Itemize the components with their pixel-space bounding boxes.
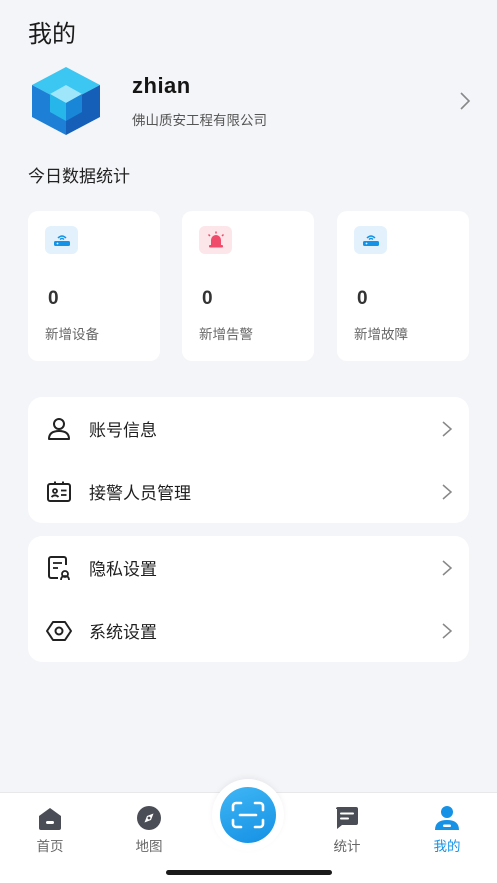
stat-label: 新增设备 bbox=[45, 327, 99, 343]
stats-section-title: 今日数据统计 bbox=[28, 167, 130, 187]
compass-icon bbox=[137, 806, 161, 830]
menu-label: 接警人员管理 bbox=[89, 484, 191, 504]
company-name: 佛山质安工程有限公司 bbox=[132, 113, 267, 129]
router-icon bbox=[45, 226, 78, 254]
stats-row: 0 新增设备 0 新增告警 0 新增故障 bbox=[28, 211, 470, 361]
tab-label: 统计 bbox=[333, 839, 361, 855]
tab-map[interactable]: 地图 bbox=[119, 805, 179, 855]
menu-group-settings: 隐私设置 系统设置 bbox=[28, 536, 469, 662]
tab-statistics[interactable]: 统计 bbox=[317, 805, 377, 855]
chevron-right-icon bbox=[442, 420, 453, 437]
stat-value: 0 bbox=[48, 288, 59, 309]
scan-button-wrapper bbox=[212, 779, 284, 851]
stat-label: 新增告警 bbox=[199, 327, 253, 343]
tab-home[interactable]: 首页 bbox=[20, 805, 80, 855]
chat-icon bbox=[336, 807, 358, 829]
chevron-right-icon[interactable] bbox=[458, 91, 472, 111]
page-title: 我的 bbox=[28, 20, 76, 48]
scan-button[interactable] bbox=[220, 787, 276, 843]
menu-item-account-info[interactable]: 账号信息 bbox=[28, 397, 469, 460]
home-indicator bbox=[166, 870, 332, 875]
menu-group-account: 账号信息 接警人员管理 bbox=[28, 397, 469, 523]
tab-label: 地图 bbox=[135, 839, 163, 855]
menu-label: 隐私设置 bbox=[89, 560, 157, 580]
menu-item-responder-management[interactable]: 接警人员管理 bbox=[28, 460, 469, 523]
company-logo-icon bbox=[32, 67, 100, 135]
stat-value: 0 bbox=[357, 288, 368, 309]
stat-label: 新增故障 bbox=[354, 327, 408, 343]
settings-icon bbox=[46, 620, 72, 641]
tab-mine[interactable]: 我的 bbox=[417, 805, 477, 855]
chevron-right-icon bbox=[442, 483, 453, 500]
user-icon bbox=[48, 417, 70, 440]
username: zhian bbox=[132, 73, 191, 98]
home-icon bbox=[39, 808, 61, 830]
router-icon bbox=[354, 226, 387, 254]
stat-card-new-alarms[interactable]: 0 新增告警 bbox=[182, 211, 314, 361]
stat-card-new-devices[interactable]: 0 新增设备 bbox=[28, 211, 160, 361]
menu-label: 系统设置 bbox=[89, 623, 157, 643]
person-icon bbox=[435, 806, 459, 830]
chevron-right-icon bbox=[442, 559, 453, 576]
profile-card[interactable]: zhian 佛山质安工程有限公司 bbox=[28, 64, 472, 138]
chevron-right-icon bbox=[442, 622, 453, 639]
menu-item-privacy-settings[interactable]: 隐私设置 bbox=[28, 536, 469, 599]
privacy-icon bbox=[48, 555, 70, 580]
scan-icon bbox=[231, 801, 265, 829]
tab-label: 我的 bbox=[433, 839, 461, 855]
stat-value: 0 bbox=[202, 288, 213, 309]
id-card-icon bbox=[47, 481, 71, 502]
menu-item-system-settings[interactable]: 系统设置 bbox=[28, 599, 469, 662]
alarm-light-icon bbox=[199, 226, 232, 254]
menu-label: 账号信息 bbox=[89, 421, 157, 441]
stat-card-new-faults[interactable]: 0 新增故障 bbox=[337, 211, 469, 361]
tab-label: 首页 bbox=[36, 839, 64, 855]
